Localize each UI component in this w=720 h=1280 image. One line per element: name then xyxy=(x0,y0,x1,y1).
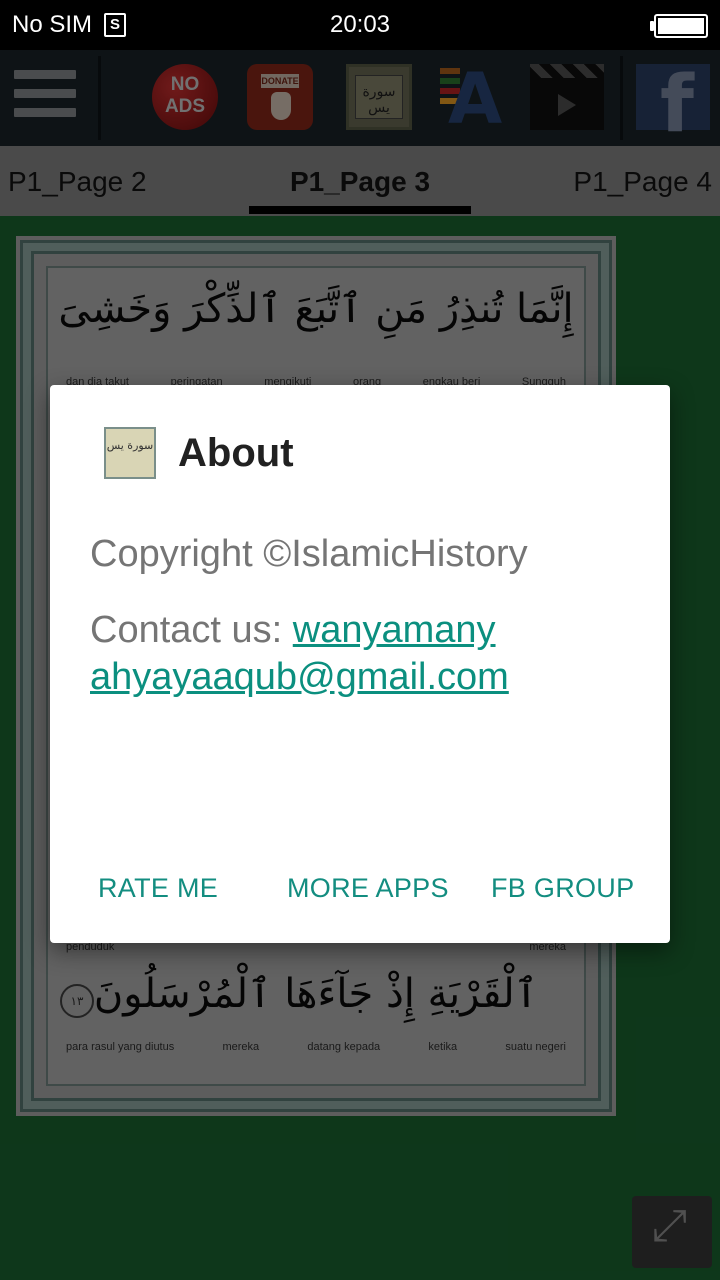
verse-text-top: إِنَّمَا تُنذِرُ مَنِ ٱتَّبَعَ ٱلذِّكْرَ… xyxy=(58,286,574,332)
ayah-number: ١٣ xyxy=(60,984,94,1018)
rate-me-button[interactable]: RATE ME xyxy=(98,873,218,904)
tab-indicator xyxy=(249,206,471,214)
expand-icon[interactable]: ⤢ xyxy=(632,1196,712,1268)
clock: 20:03 xyxy=(329,11,391,38)
donate-label: DONATE xyxy=(261,74,299,88)
page-tabs: P1_Page 2 P1_Page 3 P1_Page 4 xyxy=(0,146,720,216)
toolbar-divider xyxy=(98,56,101,140)
verse-gloss-bottom: para rasul yang diutus mereka datang kepad… xyxy=(66,1041,566,1053)
app-icon xyxy=(104,427,156,479)
copyright-text: Copyright ©IslamicHistory xyxy=(90,533,528,575)
dialog-title: About xyxy=(178,431,294,475)
facebook-icon[interactable]: f xyxy=(636,60,710,150)
app-toolbar: NO ADS DONATE A f xyxy=(0,50,720,150)
fb-group-button[interactable]: FB GROUP xyxy=(491,873,634,904)
hand-pointer-icon xyxy=(271,92,291,120)
verse-text-bottom: ٱلْقَرْيَةِ إِذْ جَآءَهَا ٱلْمُرْسَلُونَ xyxy=(93,971,539,1017)
video-icon[interactable] xyxy=(530,64,604,130)
status-bar: No SIM S 20:03 xyxy=(0,0,720,50)
no-ads-icon[interactable]: NO ADS xyxy=(152,64,218,130)
tab-page-4[interactable]: P1_Page 4 xyxy=(573,166,712,198)
more-apps-button[interactable]: MORE APPS xyxy=(287,873,449,904)
about-dialog: About Copyright ©IslamicHistory Contact … xyxy=(50,385,670,943)
donate-icon[interactable]: DONATE xyxy=(247,64,313,130)
battery-icon xyxy=(650,14,708,38)
surah-yasin-icon[interactable] xyxy=(346,64,412,130)
toolbar-divider xyxy=(620,56,623,140)
contact-text: Contact us: wanyamanyahyayaaqub@gmail.co… xyxy=(90,607,510,701)
contact-prefix: Contact us: xyxy=(90,609,293,651)
hamburger-icon[interactable] xyxy=(14,70,76,126)
font-icon[interactable]: A xyxy=(438,58,504,140)
